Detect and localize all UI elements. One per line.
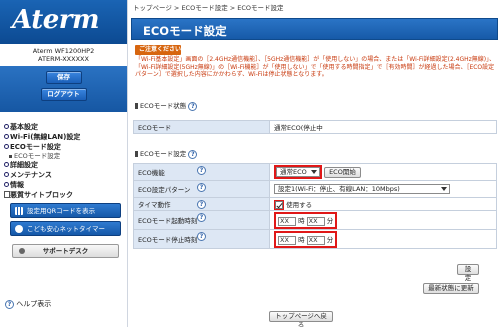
device-info: Aterm WF1200HP2 ATERM-XXXXXX bbox=[0, 44, 127, 66]
notice-badge: ご注意ください bbox=[135, 45, 181, 55]
timer-checkbox-label: 使用する bbox=[286, 200, 313, 209]
stop-hour-input[interactable]: XX bbox=[278, 235, 296, 245]
support-icon bbox=[19, 248, 25, 254]
refresh-button[interactable]: 最新状態に更新 bbox=[423, 283, 479, 294]
status-table: ECOモード 通常ECO(停止中 bbox=[133, 120, 497, 134]
eco-function-label: ECO機能? bbox=[133, 163, 270, 181]
sub-bullet-icon bbox=[9, 155, 12, 158]
aterm-logo: Aterm bbox=[12, 5, 99, 35]
timer-label: タイマ動作? bbox=[133, 197, 270, 211]
start-time-highlight: XX 時 XX 分 bbox=[274, 211, 338, 229]
notice-text: 「Wi-Fi基本設定」画面の［2.4GHz通信機能］、［5GHz通信機能］が「使… bbox=[135, 56, 496, 78]
title-bar: ECOモード設定 bbox=[131, 18, 498, 40]
help-icon[interactable]: ? bbox=[197, 232, 206, 241]
sidebar: Aterm Aterm WF1200HP2 ATERM-XXXXXX 保存 ログ… bbox=[0, 0, 128, 327]
chevron-down-icon bbox=[441, 187, 447, 191]
device-model: Aterm WF1200HP2 bbox=[32, 47, 95, 55]
page-title: ECOモード設定 bbox=[143, 24, 227, 38]
sidebar-menu: 基本設定 Wi-Fi(無線LAN)設定 ECOモード設定 ECOモード設定 詳細… bbox=[0, 112, 127, 258]
help-icon[interactable]: ? bbox=[188, 149, 198, 159]
help-icon[interactable]: ? bbox=[197, 213, 206, 222]
logout-button[interactable]: ログアウト bbox=[40, 88, 87, 101]
eco-function-cell: 通常ECO ECO開始 bbox=[269, 163, 497, 181]
main-content: トップページ > ECOモード設定 > ECOモード設定 ECOモード設定 ご注… bbox=[129, 0, 500, 327]
save-button[interactable]: 保存 bbox=[45, 71, 82, 84]
help-icon[interactable]: ? bbox=[197, 183, 206, 192]
qr-code-button[interactable]: 設定用QRコードを表示 bbox=[10, 203, 121, 218]
bullet-icon bbox=[4, 144, 9, 149]
child-icon bbox=[15, 225, 23, 233]
bullet-icon bbox=[4, 134, 9, 139]
timer-highlight bbox=[274, 199, 284, 210]
start-minute-input[interactable]: XX bbox=[306, 216, 325, 226]
chevron-down-icon bbox=[311, 170, 317, 174]
eco-mode-value: 通常ECO(停止中 bbox=[269, 120, 497, 134]
bullet-icon bbox=[4, 162, 9, 167]
help-icon[interactable]: ? bbox=[197, 200, 206, 209]
help-icon[interactable]: ? bbox=[197, 166, 206, 175]
eco-mode-label: ECOモード bbox=[133, 120, 270, 134]
sidebar-button-area: 保存 ログアウト bbox=[0, 66, 127, 112]
help-label: ヘルプ表示 bbox=[16, 300, 52, 308]
sidebar-item-eco[interactable]: ECOモード設定 bbox=[4, 142, 127, 152]
table-row: タイマ動作? 使用する bbox=[133, 197, 497, 211]
table-row: ECOモード 通常ECO(停止中 bbox=[133, 120, 497, 134]
stop-time-label: ECOモード停止時刻? bbox=[133, 229, 270, 249]
table-row: ECO機能? 通常ECO ECO開始 bbox=[133, 163, 497, 181]
breadcrumb: トップページ > ECOモード設定 > ECOモード設定 bbox=[133, 4, 284, 12]
bullet-icon bbox=[4, 124, 9, 129]
start-time-cell: XX 時 XX 分 bbox=[269, 210, 497, 230]
table-row: ECOモード停止時刻? XX 時 XX 分 bbox=[133, 229, 497, 249]
eco-pattern-cell: 設定1(Wi-Fi：停止、有線LAN：10Mbps) bbox=[269, 180, 497, 198]
external-link-icon bbox=[4, 191, 10, 198]
sidebar-item-site-block[interactable]: 悪質サイトブロック bbox=[4, 190, 127, 200]
eco-function-select[interactable]: 通常ECO bbox=[276, 167, 320, 177]
support-desk-button[interactable]: サポートデスク bbox=[12, 244, 119, 258]
bullet-icon bbox=[4, 172, 9, 177]
eco-function-highlight: 通常ECO bbox=[274, 165, 322, 179]
notice-box: ご注意ください 「Wi-Fi基本設定」画面の［2.4GHz通信機能］、［5GHz… bbox=[133, 42, 495, 89]
logo-area: Aterm bbox=[0, 0, 127, 44]
sidebar-item-advanced[interactable]: 詳細設定 bbox=[4, 160, 127, 170]
table-row: ECOモード起動時刻? XX 時 XX 分 bbox=[133, 210, 497, 230]
qr-code-icon bbox=[15, 207, 23, 215]
sidebar-item-basic[interactable]: 基本設定 bbox=[4, 122, 127, 132]
device-id: ATERM-XXXXXX bbox=[38, 55, 89, 63]
table-row: ECO設定パターン? 設定1(Wi-Fi：停止、有線LAN：10Mbps) bbox=[133, 180, 497, 198]
sidebar-item-wifi[interactable]: Wi-Fi(無線LAN)設定 bbox=[4, 132, 127, 142]
stop-minute-input[interactable]: XX bbox=[306, 235, 325, 245]
timer-checkbox[interactable] bbox=[275, 200, 283, 209]
sidebar-item-maintenance[interactable]: メンテナンス bbox=[4, 170, 127, 180]
eco-pattern-select[interactable]: 設定1(Wi-Fi：停止、有線LAN：10Mbps) bbox=[274, 184, 450, 194]
help-icon[interactable]: ? bbox=[188, 101, 198, 111]
help-icon: ? bbox=[5, 299, 14, 309]
set-button[interactable]: 設定 bbox=[457, 264, 479, 282]
sidebar-item-info[interactable]: 情報 bbox=[4, 180, 127, 190]
eco-pattern-label: ECO設定パターン? bbox=[133, 180, 270, 198]
bullet-icon bbox=[4, 182, 9, 187]
settings-section-heading: ECOモード設定 ? bbox=[135, 148, 198, 159]
status-section-heading: ECOモード状態 ? bbox=[135, 100, 198, 111]
start-hour-input[interactable]: XX bbox=[278, 216, 296, 226]
back-to-top-button[interactable]: トップページへ戻る bbox=[269, 311, 333, 327]
eco-start-button[interactable]: ECO開始 bbox=[324, 167, 361, 178]
stop-time-cell: XX 時 XX 分 bbox=[269, 229, 497, 249]
timer-cell: 使用する bbox=[269, 197, 497, 211]
kids-timer-button[interactable]: こども安心ネットタイマー bbox=[10, 221, 121, 236]
settings-table: ECO機能? 通常ECO ECO開始 ECO設定パターン? 設定1(Wi-Fi：… bbox=[133, 163, 497, 249]
sidebar-subitem-eco[interactable]: ECOモード設定 bbox=[4, 152, 127, 160]
help-link[interactable]: ? ヘルプ表示 bbox=[5, 299, 51, 309]
stop-time-highlight: XX 時 XX 分 bbox=[274, 230, 338, 248]
start-time-label: ECOモード起動時刻? bbox=[133, 210, 270, 230]
